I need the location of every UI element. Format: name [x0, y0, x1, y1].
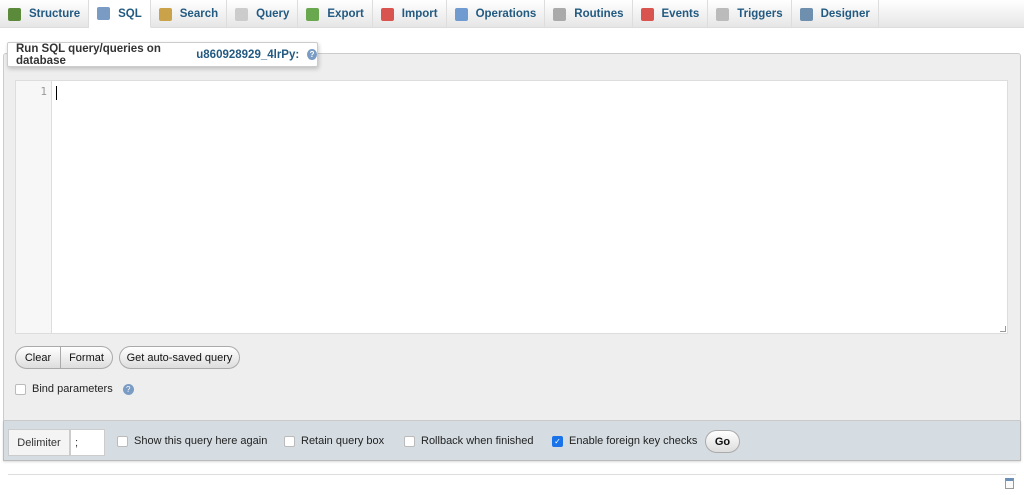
bind-parameters-option[interactable]: Bind parameters ? — [15, 383, 134, 395]
retain-query-box-checkbox[interactable] — [284, 436, 295, 447]
sql-icon — [97, 7, 110, 20]
rollback-checkbox[interactable] — [404, 436, 415, 447]
sql-editor[interactable]: 1 — [15, 80, 1008, 334]
help-icon[interactable]: ? — [307, 49, 317, 60]
bind-parameters-label: Bind parameters — [32, 383, 113, 395]
tab-sql[interactable]: SQL — [89, 0, 151, 28]
line-number: 1 — [16, 81, 52, 333]
delimiter-input[interactable]: ; — [70, 429, 105, 456]
operations-icon — [455, 8, 468, 21]
tab-label: Designer — [821, 8, 870, 20]
bind-parameters-checkbox[interactable] — [15, 384, 26, 395]
go-button[interactable]: Go — [705, 430, 740, 453]
export-icon — [306, 8, 319, 21]
tab-label: Routines — [574, 8, 623, 20]
structure-icon — [8, 8, 21, 21]
retain-query-box-option[interactable]: Retain query box — [284, 435, 384, 447]
retain-query-box-label: Retain query box — [301, 435, 384, 447]
tab-search[interactable]: Search — [151, 0, 227, 28]
tab-routines[interactable]: Routines — [545, 0, 632, 28]
database-name: u860928929_4lrPy: — [196, 49, 299, 61]
text-cursor — [56, 86, 57, 100]
tab-label: Import — [402, 8, 438, 20]
tab-triggers[interactable]: Triggers — [708, 0, 791, 28]
tab-structure[interactable]: Structure — [0, 0, 89, 28]
foreign-key-checks-option[interactable]: ✓ Enable foreign key checks — [552, 435, 697, 447]
tab-label: Query — [256, 8, 289, 20]
tab-operations[interactable]: Operations — [447, 0, 546, 28]
show-query-label: Show this query here again — [134, 435, 267, 447]
format-button[interactable]: Format — [60, 346, 113, 369]
designer-icon — [800, 8, 813, 21]
tab-label: Structure — [29, 8, 80, 20]
help-icon[interactable]: ? — [123, 384, 134, 395]
legend-text: Run SQL query/queries on database — [16, 43, 192, 67]
foreign-key-checks-checkbox[interactable]: ✓ — [552, 436, 563, 447]
tab-bar: Structure SQL Search Query Export Import Opera… — [0, 0, 1024, 28]
fieldset-legend: Run SQL query/queries on database u86092… — [7, 42, 318, 67]
events-icon — [641, 8, 654, 21]
tab-import[interactable]: Import — [373, 0, 447, 28]
resize-handle[interactable] — [1000, 326, 1006, 332]
rollback-label: Rollback when finished — [421, 435, 534, 447]
tab-export[interactable]: Export — [298, 0, 372, 28]
rollback-option[interactable]: Rollback when finished — [404, 435, 534, 447]
tab-label: Events — [662, 8, 700, 20]
search-icon — [159, 8, 172, 21]
show-query-option[interactable]: Show this query here again — [117, 435, 267, 447]
tab-designer[interactable]: Designer — [792, 0, 879, 28]
tab-label: Triggers — [737, 8, 782, 20]
triggers-icon — [716, 8, 729, 21]
import-icon — [381, 8, 394, 21]
show-query-checkbox[interactable] — [117, 436, 128, 447]
clear-button[interactable]: Clear — [15, 346, 61, 369]
foreign-key-checks-label: Enable foreign key checks — [569, 435, 697, 447]
tab-label: Search — [180, 8, 218, 20]
tab-query[interactable]: Query — [227, 0, 298, 28]
tab-events[interactable]: Events — [633, 0, 709, 28]
tab-label: Export — [327, 8, 363, 20]
query-icon — [235, 8, 248, 21]
routines-icon — [553, 8, 566, 21]
query-options-bar: Delimiter ; Show this query here again R… — [3, 421, 1021, 461]
tab-label: SQL — [118, 8, 142, 20]
tab-label: Operations — [476, 8, 537, 20]
console-icon[interactable] — [1005, 478, 1014, 489]
divider — [8, 474, 1016, 475]
get-auto-saved-query-button[interactable]: Get auto-saved query — [119, 346, 240, 369]
delimiter-label: Delimiter — [8, 429, 70, 456]
